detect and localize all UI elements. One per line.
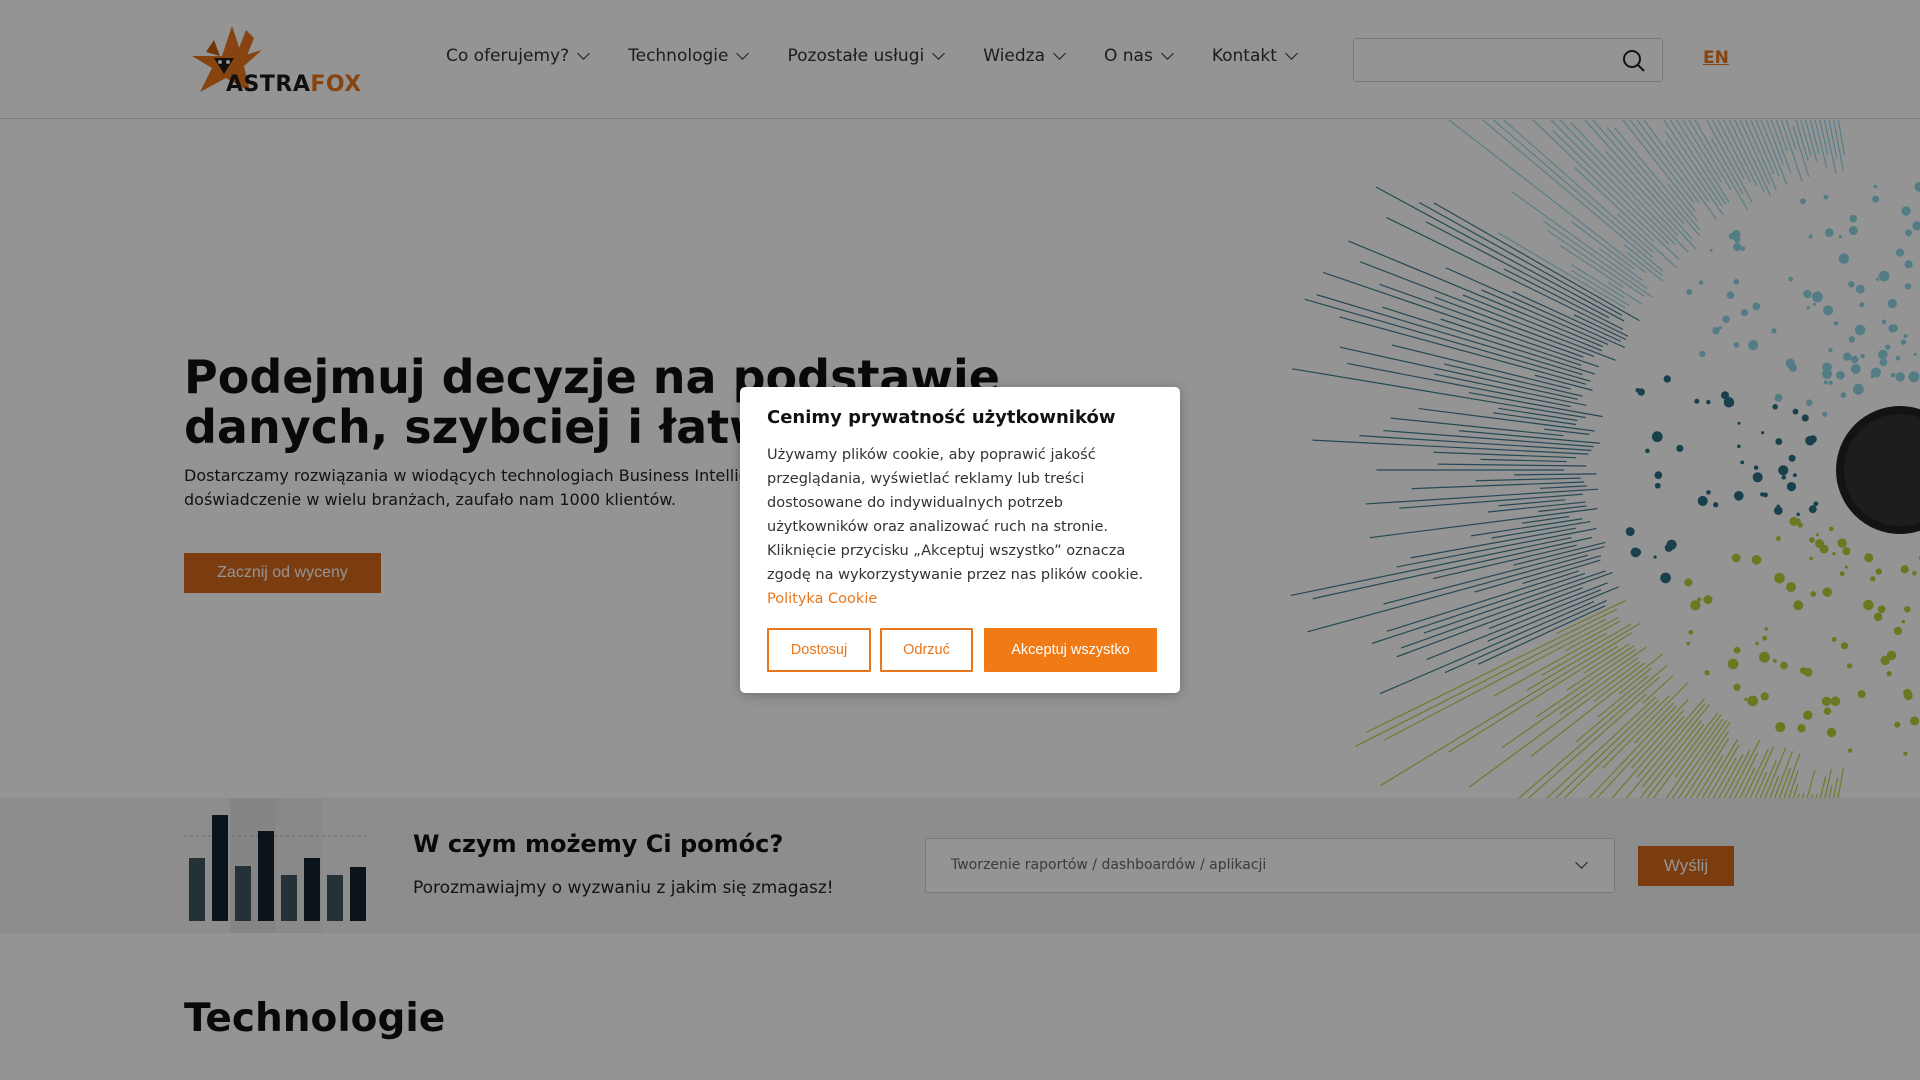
reject-button[interactable]: Odrzuć: [880, 628, 973, 672]
cookie-consent-dialog: Cenimy prywatność użytkowników Używamy p…: [740, 387, 1180, 693]
cookie-dialog-text: Używamy plików cookie, aby poprawić jako…: [767, 443, 1153, 611]
customize-button[interactable]: Dostosuj: [767, 628, 871, 672]
cookie-dialog-title: Cenimy prywatność użytkowników: [767, 407, 1116, 428]
accept-all-button[interactable]: Akceptuj wszystko: [984, 628, 1157, 672]
cookie-policy-link[interactable]: Polityka Cookie: [767, 591, 877, 607]
cookie-body-text: Używamy plików cookie, aby poprawić jako…: [767, 447, 1144, 583]
